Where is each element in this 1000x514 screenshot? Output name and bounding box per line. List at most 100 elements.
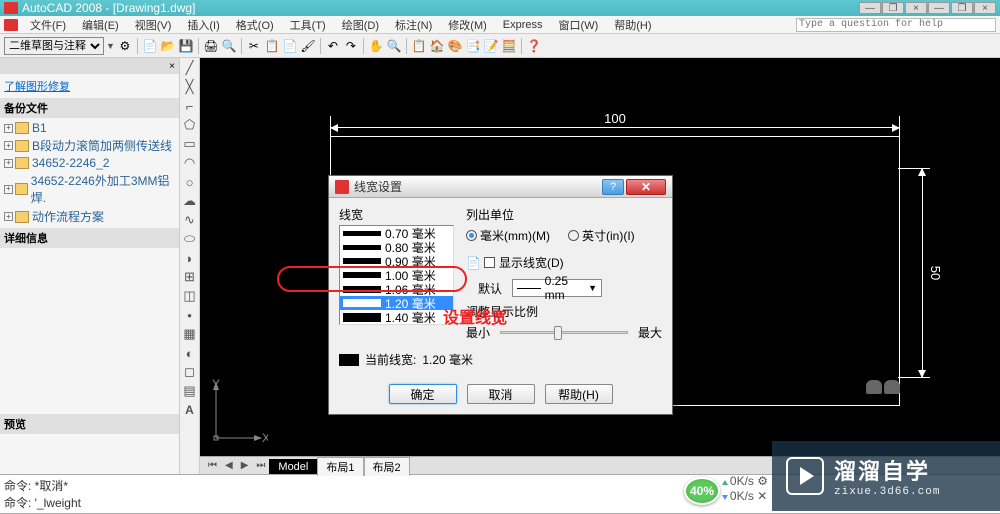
redo-icon[interactable]: ↷: [343, 38, 359, 54]
close-button[interactable]: ×: [905, 2, 927, 14]
display-lw-checkbox[interactable]: [484, 257, 495, 268]
tree-item[interactable]: +B段动力滚筒加两侧传送线: [2, 136, 177, 155]
calc-icon[interactable]: 🧮: [501, 38, 517, 54]
markup-icon[interactable]: 📝: [483, 38, 499, 54]
rectangle-icon[interactable]: ▭: [182, 136, 198, 152]
revision-cloud-icon[interactable]: ☁: [182, 193, 198, 209]
paste-icon[interactable]: 📄: [282, 38, 298, 54]
undo-icon[interactable]: ↶: [325, 38, 341, 54]
line-icon[interactable]: ╱: [182, 60, 198, 76]
pan-icon[interactable]: ✋: [368, 38, 384, 54]
settings-gear-icon[interactable]: ⚙: [117, 38, 133, 54]
properties-icon[interactable]: 📋: [411, 38, 427, 54]
point-icon[interactable]: •: [182, 307, 198, 323]
lineweight-list[interactable]: 0.70 毫米0.80 毫米0.90 毫米1.00 毫米1.06 毫米1.20 …: [339, 225, 454, 325]
arc-icon[interactable]: ◠: [182, 155, 198, 171]
help-icon[interactable]: ❓: [526, 38, 542, 54]
cut-icon[interactable]: ✂: [246, 38, 262, 54]
display-scale-slider[interactable]: [500, 331, 628, 334]
menu-window[interactable]: 窗口(W): [551, 17, 607, 33]
doc-minimize-button[interactable]: —: [928, 2, 950, 14]
tab-layout2[interactable]: 布局2: [364, 457, 410, 476]
tree-item[interactable]: +动作流程方案: [2, 207, 177, 226]
print-icon[interactable]: 🖨: [203, 38, 219, 54]
lineweight-option[interactable]: 1.40 毫米: [340, 310, 453, 324]
default-lineweight-select[interactable]: 0.25 mm ▼: [512, 279, 602, 297]
unit-mm-radio[interactable]: 毫米(mm)(M): [466, 227, 550, 244]
ellipse-icon[interactable]: ⬭: [182, 231, 198, 247]
tool-palette-icon[interactable]: 🎨: [447, 38, 463, 54]
expand-icon[interactable]: +: [4, 212, 13, 221]
menu-dimension[interactable]: 标注(N): [387, 17, 440, 33]
ok-button[interactable]: 确定: [389, 384, 457, 404]
minimize-button[interactable]: —: [859, 2, 881, 14]
polygon-icon[interactable]: ⬠: [182, 117, 198, 133]
text-icon[interactable]: A: [182, 402, 198, 418]
new-icon[interactable]: 📄: [142, 38, 158, 54]
polyline-icon[interactable]: ⌐: [182, 98, 198, 114]
expand-icon[interactable]: +: [4, 124, 13, 133]
tab-first-icon[interactable]: ⏮: [204, 460, 221, 471]
open-icon[interactable]: 📂: [160, 38, 176, 54]
tab-model[interactable]: Model: [269, 459, 317, 474]
menu-view[interactable]: 视图(V): [127, 17, 180, 33]
preview-icon[interactable]: 🔍: [221, 38, 237, 54]
tab-prev-icon[interactable]: ◀: [221, 460, 237, 471]
tray-icon[interactable]: [884, 380, 900, 394]
doc-close-button[interactable]: ×: [974, 2, 996, 14]
menu-help[interactable]: 帮助(H): [606, 17, 659, 33]
design-center-icon[interactable]: 🏠: [429, 38, 445, 54]
insert-block-icon[interactable]: ⊞: [182, 269, 198, 285]
expand-icon[interactable]: +: [4, 185, 13, 194]
save-icon[interactable]: 💾: [178, 38, 194, 54]
backup-tree: +B1 +B段动力滚筒加两侧传送线 +34652-2246_2 +34652-2…: [0, 118, 179, 228]
restore-button[interactable]: ❐: [882, 2, 904, 14]
dialog-title-bar[interactable]: 线宽设置 ? ✕: [329, 176, 672, 198]
palette-header[interactable]: ×: [0, 58, 179, 74]
menu-draw[interactable]: 绘图(D): [334, 17, 387, 33]
menu-file[interactable]: 文件(F): [22, 17, 74, 33]
tab-last-icon[interactable]: ⏭: [252, 460, 269, 471]
menu-modify[interactable]: 修改(M): [440, 17, 495, 33]
workspace-select[interactable]: 二维草图与注释: [4, 37, 104, 55]
tree-item[interactable]: +34652-2246外加工3MM铝焊.: [2, 171, 177, 207]
help-search-input[interactable]: [796, 18, 996, 32]
dialog-help-button[interactable]: ?: [602, 179, 624, 195]
table-icon[interactable]: ▤: [182, 383, 198, 399]
menu-edit[interactable]: 编辑(E): [74, 17, 127, 33]
sheet-set-icon[interactable]: 📑: [465, 38, 481, 54]
match-icon[interactable]: 🖌: [300, 38, 316, 54]
palette-close-btn[interactable]: ×: [169, 61, 175, 72]
gradient-icon[interactable]: ◐: [182, 345, 198, 361]
menu-express[interactable]: Express: [495, 19, 551, 31]
unit-inch-radio[interactable]: 英寸(in)(I): [568, 227, 635, 244]
slider-max-label: 最大: [638, 324, 662, 341]
expand-icon[interactable]: +: [4, 159, 13, 168]
cancel-button[interactable]: 取消: [467, 384, 535, 404]
zoom-icon[interactable]: 🔍: [386, 38, 402, 54]
tree-item[interactable]: +34652-2246_2: [2, 155, 177, 171]
tree-item[interactable]: +B1: [2, 120, 177, 136]
menu-insert[interactable]: 插入(I): [179, 17, 227, 33]
make-block-icon[interactable]: ◫: [182, 288, 198, 304]
learn-recovery-link[interactable]: 了解图形修复: [4, 78, 175, 94]
doc-restore-button[interactable]: ❐: [951, 2, 973, 14]
spline-icon[interactable]: ∿: [182, 212, 198, 228]
menu-tools[interactable]: 工具(T): [282, 17, 334, 33]
tab-next-icon[interactable]: ▶: [237, 460, 253, 471]
help-button[interactable]: 帮助(H): [545, 384, 613, 404]
menu-format[interactable]: 格式(O): [228, 17, 282, 33]
tray-icon[interactable]: [866, 380, 882, 394]
dialog-close-button[interactable]: ✕: [626, 179, 666, 195]
ellipse-arc-icon[interactable]: ◗: [182, 250, 198, 266]
circle-icon[interactable]: ○: [182, 174, 198, 190]
tab-layout1[interactable]: 布局1: [317, 457, 363, 476]
region-icon[interactable]: ◻: [182, 364, 198, 380]
expand-icon[interactable]: +: [4, 141, 13, 150]
workspace-dd-icon[interactable]: ▼: [106, 41, 115, 51]
slider-thumb[interactable]: [554, 326, 562, 340]
speed-badge[interactable]: 40%: [684, 477, 720, 505]
construction-line-icon[interactable]: ╳: [182, 79, 198, 95]
copy-icon[interactable]: 📋: [264, 38, 280, 54]
hatch-icon[interactable]: ▦: [182, 326, 198, 342]
